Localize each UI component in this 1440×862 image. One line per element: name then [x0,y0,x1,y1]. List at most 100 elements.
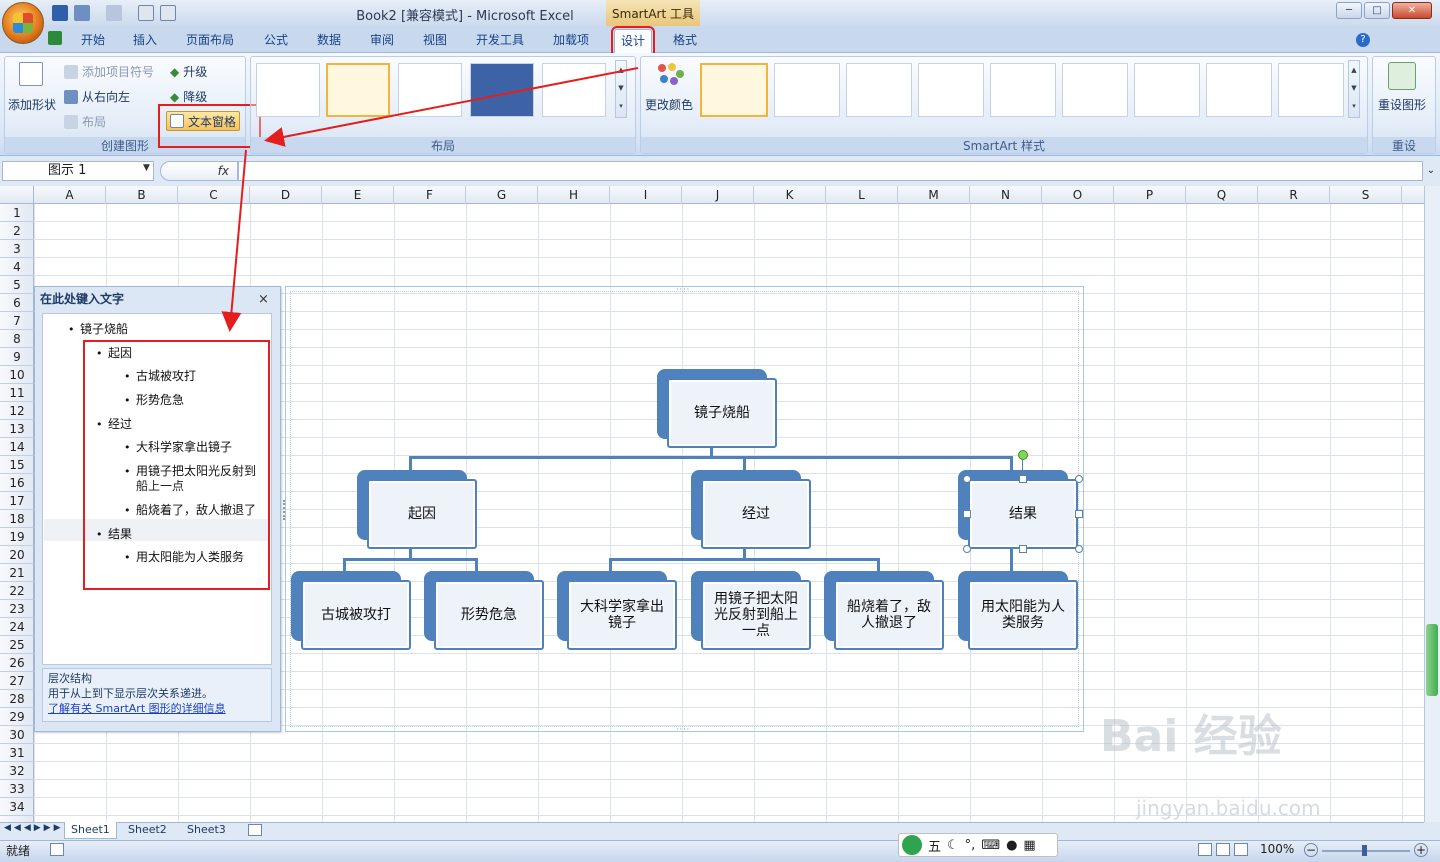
row-header[interactable]: 24 [0,618,34,636]
row-header[interactable]: 26 [0,654,34,672]
office-button[interactable] [2,2,44,44]
add-bullet-button[interactable]: 添加项目符号 [64,63,154,80]
column-header[interactable]: O [1042,186,1114,204]
tab-view[interactable]: 视图 [417,29,453,53]
zoom-in-icon[interactable]: + [1414,843,1428,857]
learn-more-link[interactable]: 了解有关 SmartArt 图形的详细信息 [48,701,266,716]
tab-review[interactable]: 审阅 [364,29,400,53]
style-gallery-scroll[interactable]: ▲ ▼ ▾ [1348,60,1360,118]
resize-handle[interactable] [963,510,971,518]
style-thumb-2[interactable] [774,63,840,117]
diagram-node-process[interactable]: 经过 [691,470,815,552]
row-header[interactable]: 18 [0,510,34,528]
column-header[interactable]: M [898,186,970,204]
row-header[interactable]: 21 [0,564,34,582]
row-header[interactable]: 33 [0,780,34,798]
row-header[interactable]: 32 [0,762,34,780]
row-header[interactable]: 25 [0,636,34,654]
reset-graphic-button[interactable]: 重设图形 [1378,96,1426,113]
sheet-tab-3[interactable]: Sheet3 [181,822,232,839]
maximize-button[interactable]: □ [1364,2,1390,19]
row-header[interactable]: 9 [0,348,34,366]
tab-page-layout[interactable]: 页面布局 [180,29,240,53]
minimize-button[interactable]: ─ [1336,2,1362,19]
column-header[interactable]: R [1258,186,1330,204]
right-to-left-button[interactable]: 从右向左 [64,88,130,105]
row-header[interactable]: 23 [0,600,34,618]
column-header[interactable]: J [682,186,754,204]
excel-icon[interactable] [48,31,62,45]
vertical-scroll-thumb[interactable] [1426,624,1438,696]
layout-thumb-labeled[interactable] [398,63,462,117]
diagram-node-cause-1[interactable]: 古城被攻打 [291,571,415,653]
resize-handle[interactable] [963,545,971,553]
column-header[interactable]: G [466,186,538,204]
row-header[interactable]: 29 [0,708,34,726]
column-header[interactable]: B [106,186,178,204]
row-header[interactable]: 2 [0,222,34,240]
insert-sheet-icon[interactable] [248,824,262,836]
tab-insert[interactable]: 插入 [127,29,163,53]
list-item[interactable]: 镜子烧船 [68,320,128,337]
row-header[interactable]: 8 [0,330,34,348]
expand-formula-icon[interactable]: ⌄ [1424,161,1438,181]
zoom-level[interactable]: 100% [1260,842,1294,856]
page-layout-view-icon[interactable] [1216,843,1230,856]
column-header[interactable]: K [754,186,826,204]
resize-handle[interactable] [1019,545,1027,553]
row-header[interactable]: 7 [0,312,34,330]
zoom-slider-thumb[interactable] [1362,845,1367,856]
row-header[interactable]: 14 [0,438,34,456]
layout-gallery-scroll[interactable]: ▲ ▼ ▾ [615,60,627,118]
column-header[interactable]: Q [1186,186,1258,204]
tab-data[interactable]: 数据 [311,29,347,53]
column-header[interactable]: A [34,186,106,204]
column-header[interactable]: P [1114,186,1186,204]
help-icon[interactable]: ? [1356,33,1370,47]
row-header[interactable]: 34 [0,798,34,816]
sheet-nav-arrows-icon[interactable]: ◀◀◀▶▶▶ [4,823,64,833]
layout-thumb-hierarchy[interactable] [256,63,320,117]
diagram-node-process-1[interactable]: 大科学家拿出镜子 [557,571,681,653]
resize-handle[interactable] [1075,545,1083,553]
diagram-node-cause-2[interactable]: 形势危急 [424,571,548,653]
row-header[interactable]: 12 [0,402,34,420]
close-button[interactable]: ✕ [1392,2,1432,19]
zoom-out-icon[interactable]: − [1304,843,1318,857]
text-pane-close-button[interactable]: × [258,292,269,307]
add-shape-icon[interactable] [19,62,43,86]
column-header[interactable]: H [538,186,610,204]
add-shape-button[interactable]: 添加形状 [8,96,56,113]
row-header[interactable]: 15 [0,456,34,474]
row-header[interactable]: 22 [0,582,34,600]
style-thumb-9[interactable] [1278,63,1344,117]
sheet-tab-1[interactable]: Sheet1 [64,822,117,839]
ime-toolbar[interactable]: 五 ☾ °, ⌨ ● ▦ [898,833,1058,857]
promote-button[interactable]: ◆ 升级 [170,63,207,80]
style-thumb-3[interactable] [846,63,912,117]
column-header[interactable]: E [322,186,394,204]
style-thumb-5[interactable] [990,63,1056,117]
diagram-node-process-3[interactable]: 船烧着了，敌人撤退了 [824,571,948,653]
row-header[interactable]: 1 [0,204,34,222]
column-header[interactable]: S [1330,186,1402,204]
column-header[interactable]: C [178,186,250,204]
tab-developer[interactable]: 开发工具 [470,29,530,53]
row-header[interactable]: 11 [0,384,34,402]
resize-handle[interactable] [1075,510,1083,518]
column-header[interactable]: F [394,186,466,204]
name-box-dropdown-icon[interactable]: ▼ [143,163,150,173]
resize-handle[interactable] [1075,475,1083,483]
rotate-handle[interactable] [1018,450,1028,460]
row-header[interactable]: 31 [0,744,34,762]
row-header[interactable]: 20 [0,546,34,564]
row-header[interactable]: 27 [0,672,34,690]
style-thumb-6[interactable] [1062,63,1128,117]
diagram-node-cause[interactable]: 起因 [357,470,481,552]
diagram-node-process-2[interactable]: 用镜子把太阳光反射到船上一点 [691,571,815,653]
canvas-handle-top[interactable]: ···· [676,285,690,294]
name-box[interactable]: 图示 1 [2,161,154,181]
demote-button[interactable]: ◆ 降级 [170,88,207,105]
layout-button[interactable]: 布局 [64,113,106,130]
layout-thumb-org[interactable] [326,63,390,117]
